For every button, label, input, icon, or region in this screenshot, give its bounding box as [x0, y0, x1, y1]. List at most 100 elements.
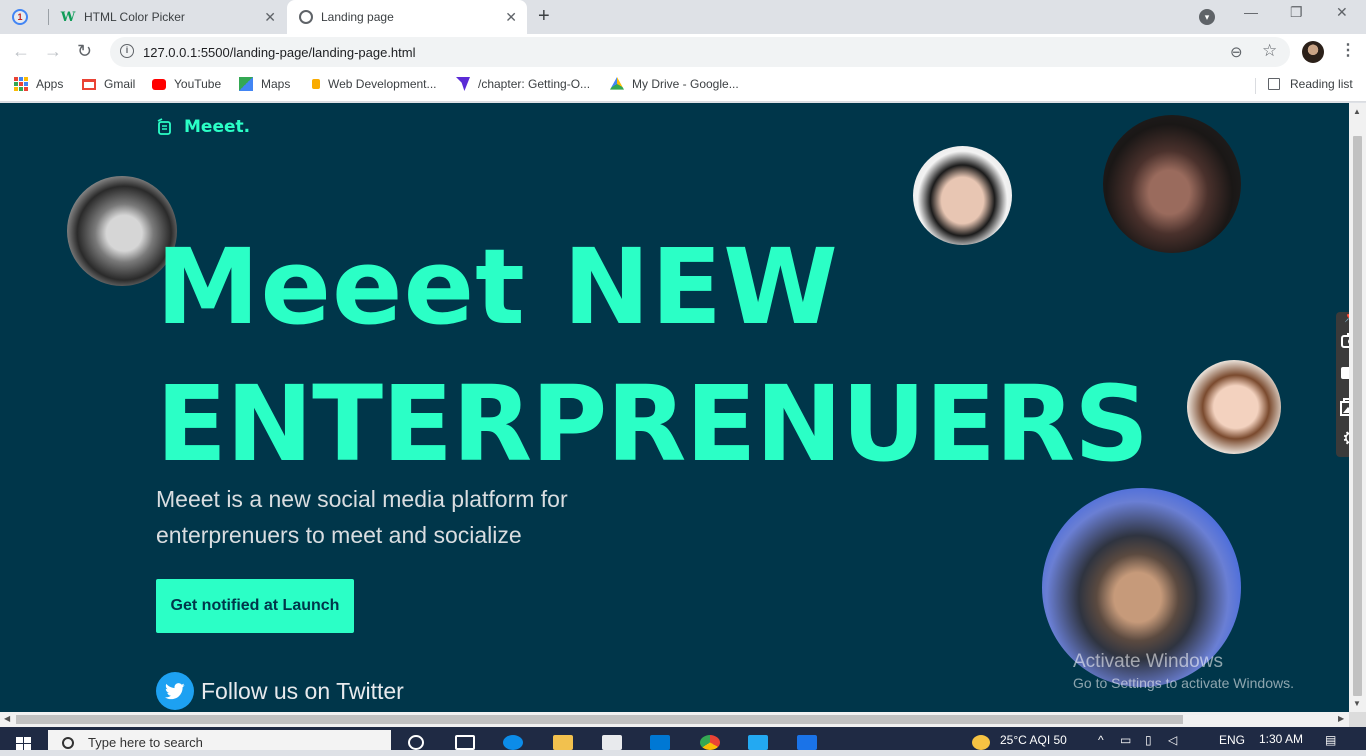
gmail-icon [82, 78, 96, 90]
bookmarks-divider [1255, 78, 1256, 94]
headline-line-2: ENTERPRENUERS [156, 363, 1149, 485]
minimize-icon[interactable]: — [1244, 4, 1258, 20]
url-text[interactable]: 127.0.0.1:5500/landing-page/landing-page… [143, 45, 416, 60]
taskbar-search-box[interactable]: Type here to search [48, 730, 391, 750]
scroll-down-icon[interactable]: ▼ [1353, 699, 1361, 708]
store-icon[interactable] [602, 735, 622, 750]
tab-title: Landing page [321, 10, 394, 24]
browser-menu-icon[interactable]: ⋮ [1340, 40, 1356, 60]
reload-icon[interactable]: ↻ [77, 41, 92, 61]
back-icon[interactable]: ← [12, 41, 30, 61]
weather-text[interactable]: 25°C AQI 50 [1000, 733, 1067, 747]
reading-list-icon [1268, 78, 1280, 90]
tab-landing-page[interactable]: Landing page ✕ [287, 0, 527, 34]
scroll-up-icon[interactable]: ▲ [1353, 107, 1361, 116]
language-indicator[interactable]: ENG [1219, 733, 1245, 747]
profile-avatar[interactable] [1302, 41, 1324, 63]
scroll-left-icon[interactable]: ◀ [4, 714, 10, 723]
twitter-icon [156, 672, 194, 710]
youtube-icon [152, 78, 166, 90]
volume-icon[interactable]: ◁ [1168, 733, 1177, 747]
scrollbar-thumb[interactable] [1353, 136, 1362, 696]
bookmark-label: My Drive - Google... [632, 77, 739, 91]
bookmark-icon [456, 77, 470, 91]
twitter-label: Follow us on Twitter [201, 677, 404, 704]
reading-list-button[interactable]: Reading list [1268, 77, 1353, 91]
bookmark-label: YouTube [174, 77, 222, 91]
tab-strip: 1 W HTML Color Picker ✕ Landing page ✕ +… [0, 0, 1366, 34]
hero-headline: Meeet NEW ENTERPRENUERS [156, 219, 1149, 493]
bookmark-web-development[interactable]: Web Development... [310, 77, 437, 91]
logo-text: Meeet. [184, 117, 251, 137]
scrollbar-thumb[interactable] [16, 715, 1183, 724]
bookmark-star-icon[interactable]: ☆ [1262, 41, 1277, 61]
maps-icon [239, 77, 253, 91]
browser-toolbar: ← → ↻ i 127.0.0.1:5500/landing-page/land… [0, 34, 1366, 70]
forward-icon[interactable]: → [44, 41, 62, 61]
clock-time[interactable]: 1:30 AM [1259, 732, 1303, 746]
scrollbar-corner [1349, 712, 1366, 727]
network-icon[interactable]: ▭ [1120, 733, 1131, 747]
close-tab-icon[interactable]: ✕ [264, 10, 276, 24]
vscode-icon[interactable] [748, 735, 768, 750]
get-notified-button[interactable]: Get notified at Launch [156, 579, 354, 633]
close-tab-icon[interactable]: ✕ [505, 10, 517, 24]
bookmark-my-drive[interactable]: My Drive - Google... [610, 77, 739, 91]
file-explorer-icon[interactable] [553, 735, 573, 750]
bookmarks-bar: Apps Gmail YouTube Maps Web Development.… [0, 70, 1366, 102]
hero-subtext: Meeet is a new social media platform for… [156, 486, 568, 548]
bookmark-icon [312, 79, 320, 89]
windows-activation-watermark: Activate Windows Go to Settings to activ… [1073, 651, 1294, 691]
taskbar-search-placeholder: Type here to search [88, 735, 203, 750]
notifications-icon[interactable]: ▤ [1325, 733, 1336, 747]
bookmark-chapter[interactable]: /chapter: Getting-O... [456, 77, 590, 91]
watermark-line-2: Go to Settings to activate Windows. [1073, 675, 1294, 691]
windows-start-icon[interactable] [16, 737, 32, 750]
globe-icon [299, 10, 313, 24]
site-logo[interactable]: Meeet. [156, 117, 250, 137]
edge-icon[interactable] [503, 735, 523, 750]
battery-icon[interactable]: ▯ [1145, 733, 1152, 747]
restore-icon[interactable]: ❐ [1290, 4, 1303, 21]
drive-icon [610, 77, 624, 90]
gmail-icon: 1 [12, 9, 28, 25]
search-icon [62, 737, 74, 749]
weather-icon[interactable] [972, 735, 990, 750]
avatar-woman-smiling [1187, 360, 1281, 454]
tab-html-color-picker[interactable]: W HTML Color Picker ✕ [50, 0, 286, 34]
photos-icon[interactable] [797, 735, 817, 750]
vertical-scrollbar[interactable]: ▲ ▼ [1349, 103, 1366, 712]
address-bar[interactable]: i 127.0.0.1:5500/landing-page/landing-pa… [110, 37, 1290, 67]
mail-icon[interactable] [650, 735, 670, 750]
tab-search-icon[interactable]: ▾ [1199, 9, 1215, 25]
tray-chevron-icon[interactable]: ^ [1098, 733, 1104, 747]
bookmark-label: /chapter: Getting-O... [478, 77, 591, 91]
headline-line-1: Meeet NEW [156, 226, 839, 348]
w3schools-icon: W [60, 9, 76, 25]
scroll-right-icon[interactable]: ▶ [1338, 714, 1344, 723]
tab-gmail[interactable]: 1 [12, 0, 46, 34]
bookmark-label: Gmail [104, 77, 136, 91]
new-tab-button[interactable]: + [538, 6, 550, 26]
chrome-icon[interactable] [700, 735, 720, 750]
bookmark-apps[interactable]: Apps [14, 77, 63, 91]
zoom-icon[interactable]: ⊖ [1230, 43, 1243, 61]
bookmark-label: Web Development... [328, 77, 437, 91]
cortana-icon[interactable] [408, 735, 424, 750]
close-window-icon[interactable]: ✕ [1336, 4, 1348, 21]
horizontal-scrollbar[interactable]: ◀ ▶ [0, 712, 1349, 727]
twitter-link[interactable]: Follow us on Twitter [156, 672, 404, 710]
site-info-icon[interactable]: i [120, 44, 134, 58]
windows-taskbar: Type here to search 25°C AQI 50 ^ ▭ ▯ ◁ … [0, 727, 1366, 750]
reading-list-label: Reading list [1290, 77, 1353, 91]
watermark-line-1: Activate Windows [1073, 651, 1223, 672]
page-viewport: Meeet. Meeet NEW ENTERPRENUERS Meeet is … [0, 103, 1349, 712]
tab-title: HTML Color Picker [84, 10, 185, 24]
apps-grid-icon [14, 77, 28, 91]
tab-divider [48, 9, 49, 25]
bookmark-maps[interactable]: Maps [239, 77, 290, 91]
bookmark-youtube[interactable]: YouTube [152, 77, 221, 91]
bookmark-label: Apps [36, 77, 64, 91]
task-view-icon[interactable] [455, 735, 475, 750]
bookmark-gmail[interactable]: Gmail [82, 77, 135, 91]
